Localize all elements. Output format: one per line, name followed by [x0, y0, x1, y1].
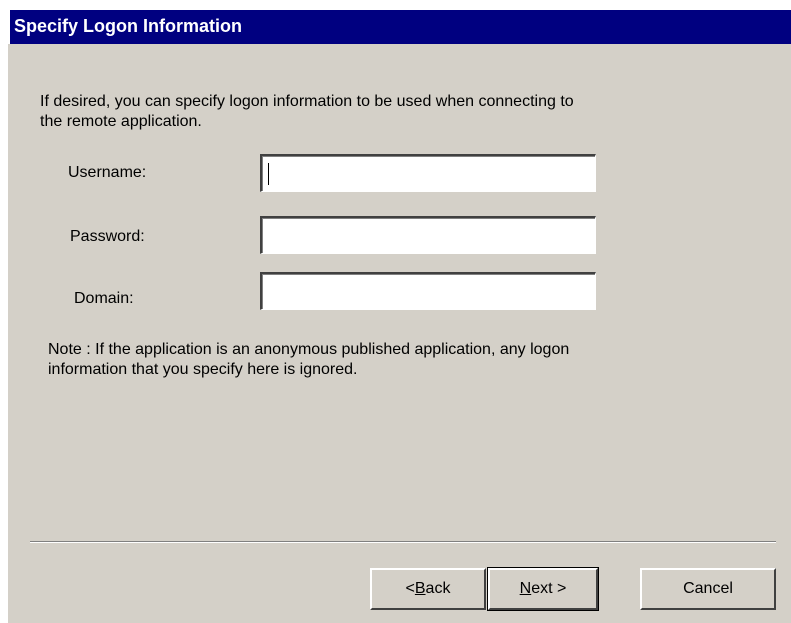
- cancel-button[interactable]: Cancel: [640, 568, 776, 610]
- back-button-mnemonic: B: [414, 580, 426, 597]
- domain-label: Domain:: [74, 290, 134, 307]
- button-separator: [30, 541, 776, 543]
- back-button[interactable]: < Back: [370, 568, 486, 610]
- username-label: Username:: [68, 164, 147, 181]
- dialog-title: Specify Logon Information: [14, 16, 242, 36]
- note-text: Note : If the application is an anonymou…: [48, 341, 570, 378]
- back-button-prefix: <: [405, 580, 415, 597]
- username-input[interactable]: [260, 154, 596, 192]
- password-label: Password:: [70, 228, 145, 245]
- next-button[interactable]: Next >: [487, 567, 599, 611]
- back-button-rest: ack: [425, 580, 451, 597]
- intro-text: If desired, you can specify logon inform…: [40, 93, 574, 130]
- logon-dialog: Specify Logon Information If desired, yo…: [8, 8, 791, 623]
- next-button-mnemonic: N: [519, 580, 532, 597]
- next-button-rest: ext >: [531, 580, 567, 597]
- password-input[interactable]: [260, 216, 596, 254]
- text-caret: [268, 163, 269, 185]
- domain-input[interactable]: [260, 272, 596, 310]
- title-bar: Specify Logon Information: [8, 8, 791, 44]
